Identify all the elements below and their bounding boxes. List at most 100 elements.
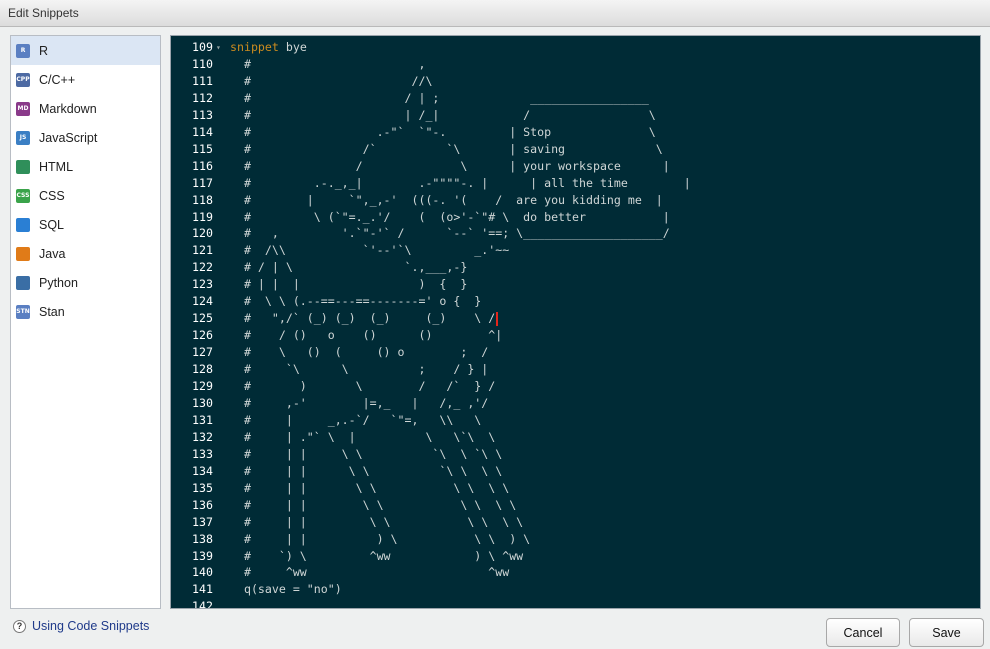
code-content: # / | \ `.,___,-} — [230, 260, 468, 275]
code-text: # \ () ( () o ; / — [230, 344, 488, 361]
line-number: 111 — [192, 73, 213, 88]
code-text: # ) \ / /` } / — [230, 378, 495, 395]
code-text: # /\\ `'--'`\ _.'~~ — [230, 242, 509, 259]
save-button[interactable]: Save — [909, 618, 984, 647]
sidebar-item-html[interactable]: HTML — [11, 152, 160, 181]
code-content: # ) \ / /` } / — [230, 379, 496, 393]
code-text: # .-._,_| .-""""-. | | all the time | — [230, 175, 691, 192]
text-cursor — [496, 311, 499, 326]
sidebar-item-c-c[interactable]: CPP C/C++ — [11, 65, 160, 94]
code-text: # | _,.-`/ `"=, \\ \ — [230, 412, 481, 429]
language-list[interactable]: R R CPP C/C++ MD Markdown JS JavaScript HTML CSS C… — [10, 35, 161, 609]
code-content: # | | \ \ \ \ \ \ — [230, 480, 510, 495]
code-content: # / | ; _________________ — [230, 90, 649, 105]
line-number: 119 — [192, 209, 213, 224]
code-text: # | | \ \ \ \ \ \ — [230, 514, 523, 531]
sql-database-icon — [16, 217, 30, 232]
using-code-snippets-link[interactable]: ? Using Code Snippets — [13, 619, 149, 633]
code-content: # | | \ \ \ \ \ \ — [230, 497, 517, 512]
sidebar-item-css[interactable]: CSS CSS — [11, 181, 160, 210]
line-number: 140 — [192, 565, 213, 580]
code-text: # \ \ (.--==---==-------=' o { } — [230, 293, 481, 310]
help-question-icon: ? — [13, 619, 26, 633]
code-content: # ^ww ^ww — [230, 565, 510, 580]
code-content: # `) \ ^ww ) \ ^ww — [230, 548, 524, 563]
code-text: # `) \ ^ww ) \ ^ww — [230, 548, 523, 565]
line-number: 138 — [192, 531, 213, 546]
code-text: # .-"` `"-. | Stop \ — [230, 124, 656, 141]
code-text: # / \ | your workspace | — [230, 158, 670, 175]
code-content: # | | ) \ \ \ ) \ — [230, 531, 531, 546]
cancel-button[interactable]: Cancel — [826, 618, 900, 647]
code-content: q(save = "no") — [230, 582, 342, 597]
sidebar-item-java[interactable]: Java — [11, 239, 160, 268]
sidebar-item-label: Java — [39, 246, 66, 261]
line-number: 133 — [192, 446, 213, 461]
line-number: 117 — [192, 175, 213, 190]
code-content: # .-"` `"-. | Stop \ — [230, 124, 656, 139]
line-number: 121 — [192, 243, 213, 258]
sidebar-item-label: R — [39, 43, 49, 58]
line-number: 116 — [192, 158, 213, 173]
code-content: # | ."` \ | \ \`\ \ — [230, 429, 496, 444]
code-text: snippet bye — [230, 39, 307, 56]
code-editor[interactable]: 109 ▾ snippet bye 110 # , 111 # //\ 112 # / |… — [170, 35, 981, 609]
code-content: # , '.`"-'` / `--` '==; \_______________… — [230, 226, 670, 241]
code-content: # | `",_,-' (((-. '( / are you kidding m… — [230, 192, 663, 207]
line-number: 126 — [192, 328, 213, 343]
code-content: # /\\ `'--'`\ _.'~~ — [230, 243, 510, 258]
line-number: 118 — [192, 192, 213, 207]
code-text: # \ (`"=._.'/ ( (o>'-`"# \ do better | — [230, 209, 670, 226]
code-text: # , — [230, 56, 426, 73]
css-file-icon: CSS — [16, 188, 30, 203]
code-text: # / | ; _________________ — [230, 90, 649, 107]
code-text: # | `",_,-' (((-. '( / are you kidding m… — [230, 192, 663, 209]
code-text: # | | ) \ \ \ ) \ — [230, 531, 530, 548]
code-content: # | | \ \ `\ \ \ \ — [230, 463, 503, 478]
sidebar-item-label: Python — [39, 275, 78, 290]
line-number: 122 — [192, 260, 213, 275]
sidebar-item-label: JavaScript — [39, 130, 98, 145]
sidebar-item-label: CSS — [39, 188, 65, 203]
code-content: # | | \ \ \ \ \ \ — [230, 514, 524, 529]
sidebar-item-stan[interactable]: STN Stan — [11, 297, 160, 326]
window-titlebar: Edit Snippets — [0, 0, 990, 27]
line-number: 135 — [192, 480, 213, 495]
code-text: # | | \ \ `\ \ `\ \ — [230, 446, 502, 463]
code-text: # | | \ \ `\ \ \ \ — [230, 463, 502, 480]
code-text: # ,-' |=,_ | /,_ ,'/ — [230, 395, 488, 412]
code-content: # \ \ (.--==---==-------=' o { } — [230, 294, 482, 309]
html-globe-icon — [16, 159, 30, 174]
sidebar-item-javascript[interactable]: JS JavaScript — [11, 123, 160, 152]
code-text: # | ."` \ | \ \`\ \ — [230, 429, 495, 446]
line-number: 113 — [192, 107, 213, 122]
cpp-file-icon: CPP — [16, 72, 30, 87]
sidebar-item-label: SQL — [39, 217, 65, 232]
fold-arrow-icon[interactable]: ▾ — [216, 39, 221, 56]
line-number: 109 — [192, 40, 213, 54]
line-number: 141 — [192, 582, 213, 597]
code-content: # ,-' |=,_ | /,_ ,'/ — [230, 395, 489, 410]
snippet-name: bye — [278, 40, 307, 54]
code-content: # /` `\ | saving \ — [230, 141, 663, 156]
code-content: # , — [230, 56, 426, 71]
sidebar-item-python[interactable]: Python — [11, 268, 160, 297]
sidebar-item-label: Markdown — [39, 101, 97, 116]
line-number: 137 — [192, 514, 213, 529]
line-number: 115 — [192, 141, 213, 156]
sidebar-item-r[interactable]: RR — [11, 36, 160, 65]
javascript-file-icon: JS — [16, 130, 30, 145]
code-text: # | | \ \ \ \ \ \ — [230, 480, 509, 497]
line-number: 120 — [192, 226, 213, 241]
markdown-file-icon: MD — [16, 101, 30, 116]
window-title: Edit Snippets — [8, 6, 79, 20]
sidebar-item-sql[interactable]: SQL — [11, 210, 160, 239]
code-content: # //\ — [230, 73, 433, 88]
line-number: 112 — [192, 90, 213, 105]
code-content: # | _,.-`/ `"=, \\ \ — [230, 412, 482, 427]
line-number: 110 — [192, 56, 213, 71]
sidebar-item-label: Stan — [39, 304, 65, 319]
code-text: # | /_| / \ — [230, 107, 656, 124]
python-logo-icon — [16, 275, 30, 290]
sidebar-item-markdown[interactable]: MD Markdown — [11, 94, 160, 123]
